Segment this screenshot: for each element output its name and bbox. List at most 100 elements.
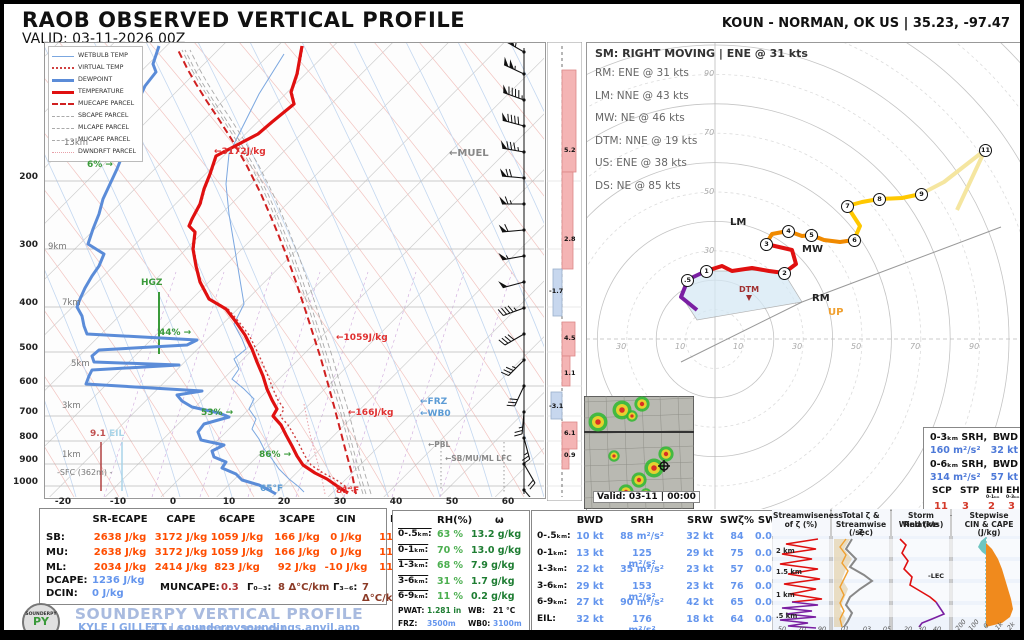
gamma-0-3-label: Γ₀₋₃: (247, 582, 271, 593)
thermo-value: 2034 J/kg (90, 562, 150, 573)
thermo-row-label: MU: (46, 547, 68, 558)
height-label: 7km (62, 298, 81, 308)
sounderpy-report: RAOB OBSERVED VERTICAL PROFILE VALID: 03… (0, 0, 1024, 640)
rh-value: 70 % (437, 545, 463, 556)
footer-credit: KYLE J GILLETT | sounderpysoundings.anvi… (64, 622, 374, 634)
layer-bar (562, 172, 573, 269)
thermo-value: 0 J/kg (316, 532, 376, 543)
ann-muel: ←MUEL (449, 148, 489, 159)
ring-label: 30 (704, 246, 714, 255)
moisture-row-label: 0-1ₖₘ: (398, 545, 428, 555)
muncape-value: 0.3 (221, 582, 239, 593)
thermo-header: 6CAPE (207, 514, 267, 525)
mixing-ratio-value: 7.9 g/kg (471, 560, 515, 571)
thermo-value: 2638 J/kg (90, 532, 150, 543)
gamma-3-6-label: Γ₃₋₆: (333, 582, 357, 593)
legend-item: TEMPERATURE (52, 86, 136, 98)
thermo-value: 823 J/kg (207, 562, 267, 573)
mini-chart-tick: 90 (814, 625, 830, 633)
pressure-tick: 1000 (12, 477, 38, 487)
legend-line-swatch (52, 103, 74, 105)
ann-166: ←166J/kg (348, 408, 393, 418)
ring-label: 30 (616, 342, 626, 351)
ring-label: 90 (969, 342, 979, 351)
hodo-marker-9: 9 (915, 188, 928, 201)
mixing-ratio-value: 13.2 g/kg (471, 529, 521, 540)
rh-value: 31 % (437, 576, 463, 587)
kinematics-row-label: 1-3ₖₘ: (537, 564, 567, 574)
kinematics-value: 88 m²/s² (618, 531, 666, 542)
hodo-marker-6: 6 (848, 234, 861, 247)
hodo-info-box: 0-3ₖₘ SRH, BWD 160 m²/s² 32 kt 0-6ₖₘ SRH… (923, 427, 1024, 516)
height-label: 13km (64, 138, 88, 148)
ann-81f: 81°F (336, 486, 359, 496)
index-sub: 0-1ₖₘ (986, 495, 999, 500)
frz-value: 3500m (427, 619, 456, 628)
layer-bar-value: 5.2 (564, 146, 576, 154)
thermo-header: CAPE (151, 514, 211, 525)
mini-chart-title: (/sec) (833, 529, 889, 538)
mini-chart-tick: 40 (929, 625, 945, 633)
kinematics-row-label: 0-1ₖₘ: (537, 548, 567, 558)
bwd-0-3-label: BWD (993, 432, 1018, 443)
temp-tick: 20 (274, 497, 294, 507)
storm-motion-entry: RM: ENE @ 31 kts (595, 62, 697, 85)
pressure-tick: 700 (12, 407, 38, 417)
hodo-marker-1: 1 (700, 265, 713, 278)
wb-value: 21 °C (493, 606, 515, 615)
thermo-value: 2638 J/kg (90, 547, 150, 558)
temp-tick: -20 (53, 497, 73, 507)
pressure-tick: 400 (12, 298, 38, 308)
storm-motion-header: SM: RIGHT MOVING | ENE @ 31 kts (595, 47, 808, 60)
hodo-label-rm: RM (812, 293, 830, 304)
ring-label: 50 (704, 187, 714, 196)
layer-bar-value: 1.1 (564, 369, 576, 377)
hodo-marker-5: 5 (805, 229, 818, 242)
mini-chart-tick: 30 (914, 625, 930, 633)
moisture-row-label: 6-9ₖₘ: (398, 591, 428, 601)
kinematics-value: 176 m²/s² (618, 614, 666, 636)
mixing-ratio-value: 1.7 g/kg (471, 576, 515, 587)
thermo-header: CIN (316, 514, 376, 525)
thermo-value: -10 J/kg (316, 562, 376, 573)
legend-item: MLCAPE PARCEL (52, 122, 136, 134)
legend-item: MUECAPE PARCEL (52, 98, 136, 110)
temp-tick: 40 (386, 497, 406, 507)
mini-chart-title: (J/kg) (961, 529, 1017, 538)
ring-label: 10 (675, 342, 685, 351)
ann-pbl: ←PBL (428, 440, 450, 449)
temp-tick: 10 (219, 497, 239, 507)
kinematics-header: BWD (566, 515, 614, 526)
kinematics-header: SRH (618, 515, 666, 526)
dcape-label: DCAPE: (46, 575, 88, 586)
pwat-label: PWAT: (398, 606, 424, 615)
storm-motion-entry: DS: NE @ 85 kts (595, 175, 697, 198)
thermo-value: 1059 J/kg (207, 547, 267, 558)
storm-motion-entry: US: ENE @ 38 kts (595, 152, 697, 175)
legend-item-label: DEWPOINT (78, 74, 112, 86)
height-label: 5km (71, 359, 90, 369)
moisture-table: RH(%) ω 0-.5ₖₘ:63 %13.2 g/kg0-1ₖₘ:70 %13… (392, 510, 530, 634)
ann-lfc: ←SB/MU/ML LFC (445, 454, 512, 463)
temp-tick: 60 (498, 497, 518, 507)
ann-wb0: ←WB0 (420, 409, 451, 419)
ann-frz: ←FRZ (420, 397, 447, 407)
layer-bar (562, 70, 576, 172)
legend-item: DEWPOINT (52, 74, 136, 86)
temp-tick: 50 (442, 497, 462, 507)
pressure-tick: 900 (12, 455, 38, 465)
thermo-value: 3172 J/kg (151, 547, 211, 558)
hodo-marker-4: 4 (782, 225, 795, 238)
mini-chart-tick: .01 (836, 625, 852, 633)
mini-chart-height-label: 2 km (776, 547, 795, 555)
bwd-0-3-value: 32 kt (991, 445, 1018, 456)
storm-motion-entry: LM: NNE @ 43 kts (595, 85, 697, 108)
height-label: 9km (48, 242, 67, 252)
mini-chart-tick: .03 (858, 625, 874, 633)
legend-item-label: MUECAPE PARCEL (78, 98, 134, 110)
legend-item-label: TEMPERATURE (78, 86, 124, 98)
srh-0-3-label: 0-3ₖₘ SRH, (930, 432, 987, 443)
srh-0-3-value: 160 m²/s² (930, 445, 980, 456)
legend-line-swatch (52, 128, 74, 129)
mini-chart-tick: 70 (794, 625, 810, 633)
